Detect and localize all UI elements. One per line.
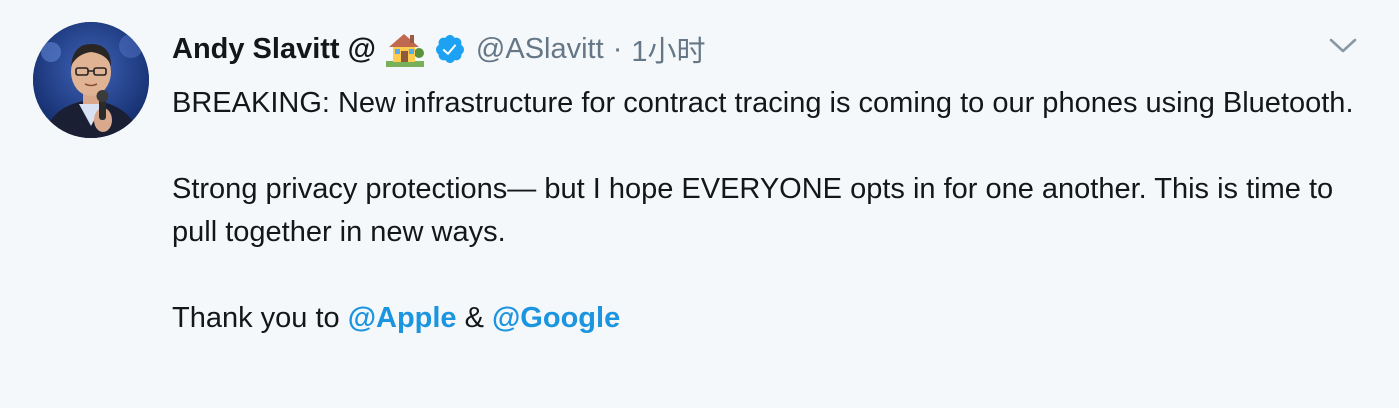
user-handle[interactable]: @ASlavitt — [476, 33, 604, 66]
mention-apple-link[interactable]: @Apple — [348, 302, 457, 334]
tweet-header: Andy Slavitt @ @ASlavitt · 1小时 — [172, 22, 1372, 76]
tweet-paragraph-2: Strong privacy protections— but I hope E… — [172, 173, 1334, 248]
display-name[interactable]: Andy Slavitt @ — [172, 33, 376, 66]
tweet-text: BREAKING: New infrastructure for contrac… — [172, 82, 1372, 340]
thanks-prefix: Thank you to — [172, 302, 348, 334]
tweet-paragraph-1: BREAKING: New infrastructure for contrac… — [172, 87, 1354, 119]
thanks-joiner: & — [456, 302, 493, 334]
separator-dot: · — [612, 32, 623, 65]
tweet-content: Andy Slavitt @ @ASlavitt · 1小时 BREAKING:… — [172, 22, 1372, 340]
profile-photo — [33, 22, 149, 138]
chevron-down-icon[interactable] — [1328, 36, 1358, 56]
tweet-card[interactable]: Andy Slavitt @ @ASlavitt · 1小时 BREAKING:… — [0, 0, 1399, 408]
house-with-garden-icon — [385, 31, 424, 67]
mention-google-link[interactable]: @Google — [492, 302, 620, 334]
tweet-paragraph-3: Thank you to @Apple & @Google — [172, 297, 1372, 340]
avatar[interactable] — [33, 22, 149, 138]
tweet-timestamp[interactable]: 1小时 — [631, 28, 705, 70]
verified-badge-icon — [434, 33, 466, 65]
